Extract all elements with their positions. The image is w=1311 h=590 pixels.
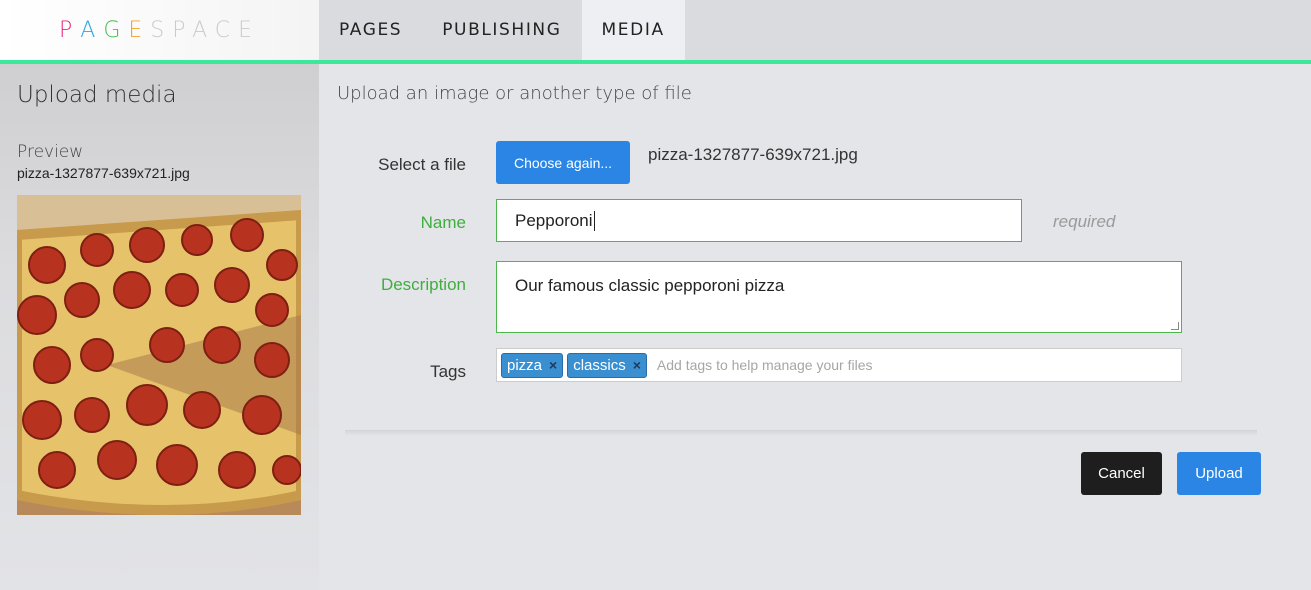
name-label: Name	[420, 213, 466, 232]
logo-letter: G	[103, 17, 129, 43]
sidebar-title: Upload media	[17, 82, 177, 108]
logo-letter: P	[58, 17, 81, 43]
tag-label: classics	[573, 356, 626, 374]
tags-placeholder[interactable]: Add tags to help manage your files	[657, 357, 873, 373]
tag-label: pizza	[507, 356, 543, 374]
resize-handle-icon[interactable]	[1171, 322, 1179, 330]
required-hint: required	[1053, 212, 1116, 231]
tags-label: Tags	[430, 362, 466, 381]
page-heading: Upload an image or another type of file	[337, 83, 692, 104]
name-input[interactable]: Pepporoni	[496, 199, 1022, 242]
select-file-label: Select a file	[378, 155, 466, 174]
logo-rest: SPACE	[150, 17, 261, 43]
preview-filename: pizza-1327877-639x721.jpg	[17, 165, 190, 181]
tag-chip: classics ×	[567, 352, 647, 378]
choose-again-button[interactable]: Choose again...	[496, 141, 630, 184]
tag-chip: pizza ×	[501, 352, 564, 378]
description-label: Description	[380, 275, 466, 294]
remove-tag-icon[interactable]: ×	[549, 357, 557, 373]
preview-image	[17, 195, 301, 515]
cancel-button[interactable]: Cancel	[1081, 452, 1162, 495]
pizza-image	[17, 195, 301, 515]
description-value: Our famous classic pepporoni pizza	[515, 276, 785, 295]
form-divider	[345, 430, 1257, 436]
main-nav: PAGES PUBLISHING MEDIA	[319, 0, 685, 60]
nav-item-pages[interactable]: PAGES	[319, 0, 422, 60]
chosen-filename: pizza-1327877-639x721.jpg	[648, 145, 858, 164]
nav-item-publishing[interactable]: PUBLISHING	[422, 0, 581, 60]
upload-button[interactable]: Upload	[1177, 452, 1261, 495]
name-input-value: Pepporoni	[515, 210, 593, 230]
logo-letter: A	[80, 17, 104, 43]
preview-label: Preview	[17, 142, 84, 162]
description-textarea[interactable]: Our famous classic pepporoni pizza	[496, 261, 1182, 333]
tags-input[interactable]: pizza × classics × Add tags to help mana…	[496, 348, 1182, 382]
sidebar: Upload media Preview pizza-1327877-639x7…	[0, 64, 319, 590]
remove-tag-icon[interactable]: ×	[633, 357, 641, 373]
logo-letter: E	[128, 17, 151, 43]
nav-item-media[interactable]: MEDIA	[581, 0, 685, 60]
top-navigation-bar: P A G E SPACE PAGES PUBLISHING MEDIA	[0, 0, 1311, 64]
text-caret	[593, 210, 595, 231]
pagespace-logo[interactable]: P A G E SPACE	[0, 0, 319, 60]
